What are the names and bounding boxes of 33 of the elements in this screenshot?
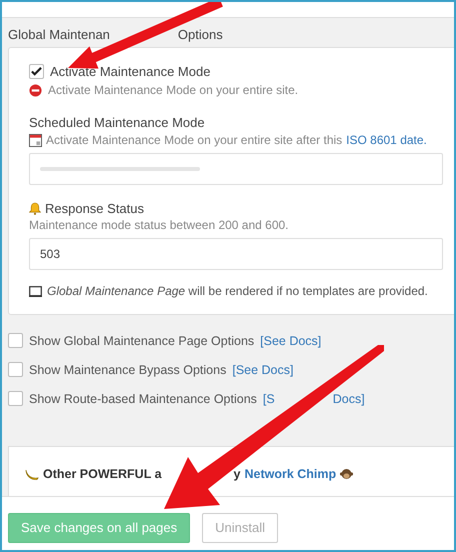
field-label: Scheduled Maintenance Mode (29, 115, 206, 130)
promo-text: y (234, 467, 240, 481)
hint-text: Maintenance mode status between 200 and 600. (29, 218, 290, 232)
status-field[interactable]: 503 (29, 238, 443, 270)
section-title: Global Maintenan (8, 27, 110, 42)
hint-text: Activate Maintenance Mode on your entire site after this (46, 133, 342, 147)
calendar-icon (29, 134, 42, 146)
checkbox[interactable] (8, 391, 23, 406)
uninstall-button[interactable]: Uninstall (202, 512, 278, 542)
monkey-icon (340, 468, 354, 480)
docs-link[interactable]: [See Docs] (260, 334, 322, 348)
option-label: Show Route-based Maintenance Options (29, 392, 257, 406)
docs-link[interactable]: [S (262, 392, 275, 406)
date-field[interactable] (29, 153, 443, 185)
option-label: Show Maintenance Bypass Options (29, 362, 226, 376)
brand-link[interactable]: Network Chimp (244, 467, 336, 481)
docs-link[interactable]: Docs] (332, 392, 365, 406)
docs-link[interactable]: [See Docs] (232, 362, 294, 376)
promo-text: Other POWERFUL a (43, 467, 162, 481)
note-text: Global Maintenance Page will be rendered if no templates are provided. (47, 284, 428, 298)
field-label: Response Status (45, 201, 144, 216)
hint-text: Activate Maintenance Mode on your entire site. (48, 83, 298, 97)
checkbox-label: Activate Maintenance Mode (50, 64, 210, 79)
no-entry-icon (29, 84, 42, 96)
option-label: Show Global Maintenance Page Options (29, 334, 254, 348)
book-icon (29, 286, 42, 296)
checkbox[interactable] (29, 64, 44, 79)
banana-icon (25, 468, 39, 480)
bell-icon (29, 202, 41, 215)
section-title: Options (178, 27, 223, 42)
checkbox[interactable] (8, 333, 23, 348)
checkbox[interactable] (8, 362, 23, 377)
date-link[interactable]: ISO 8601 date. (346, 133, 427, 147)
